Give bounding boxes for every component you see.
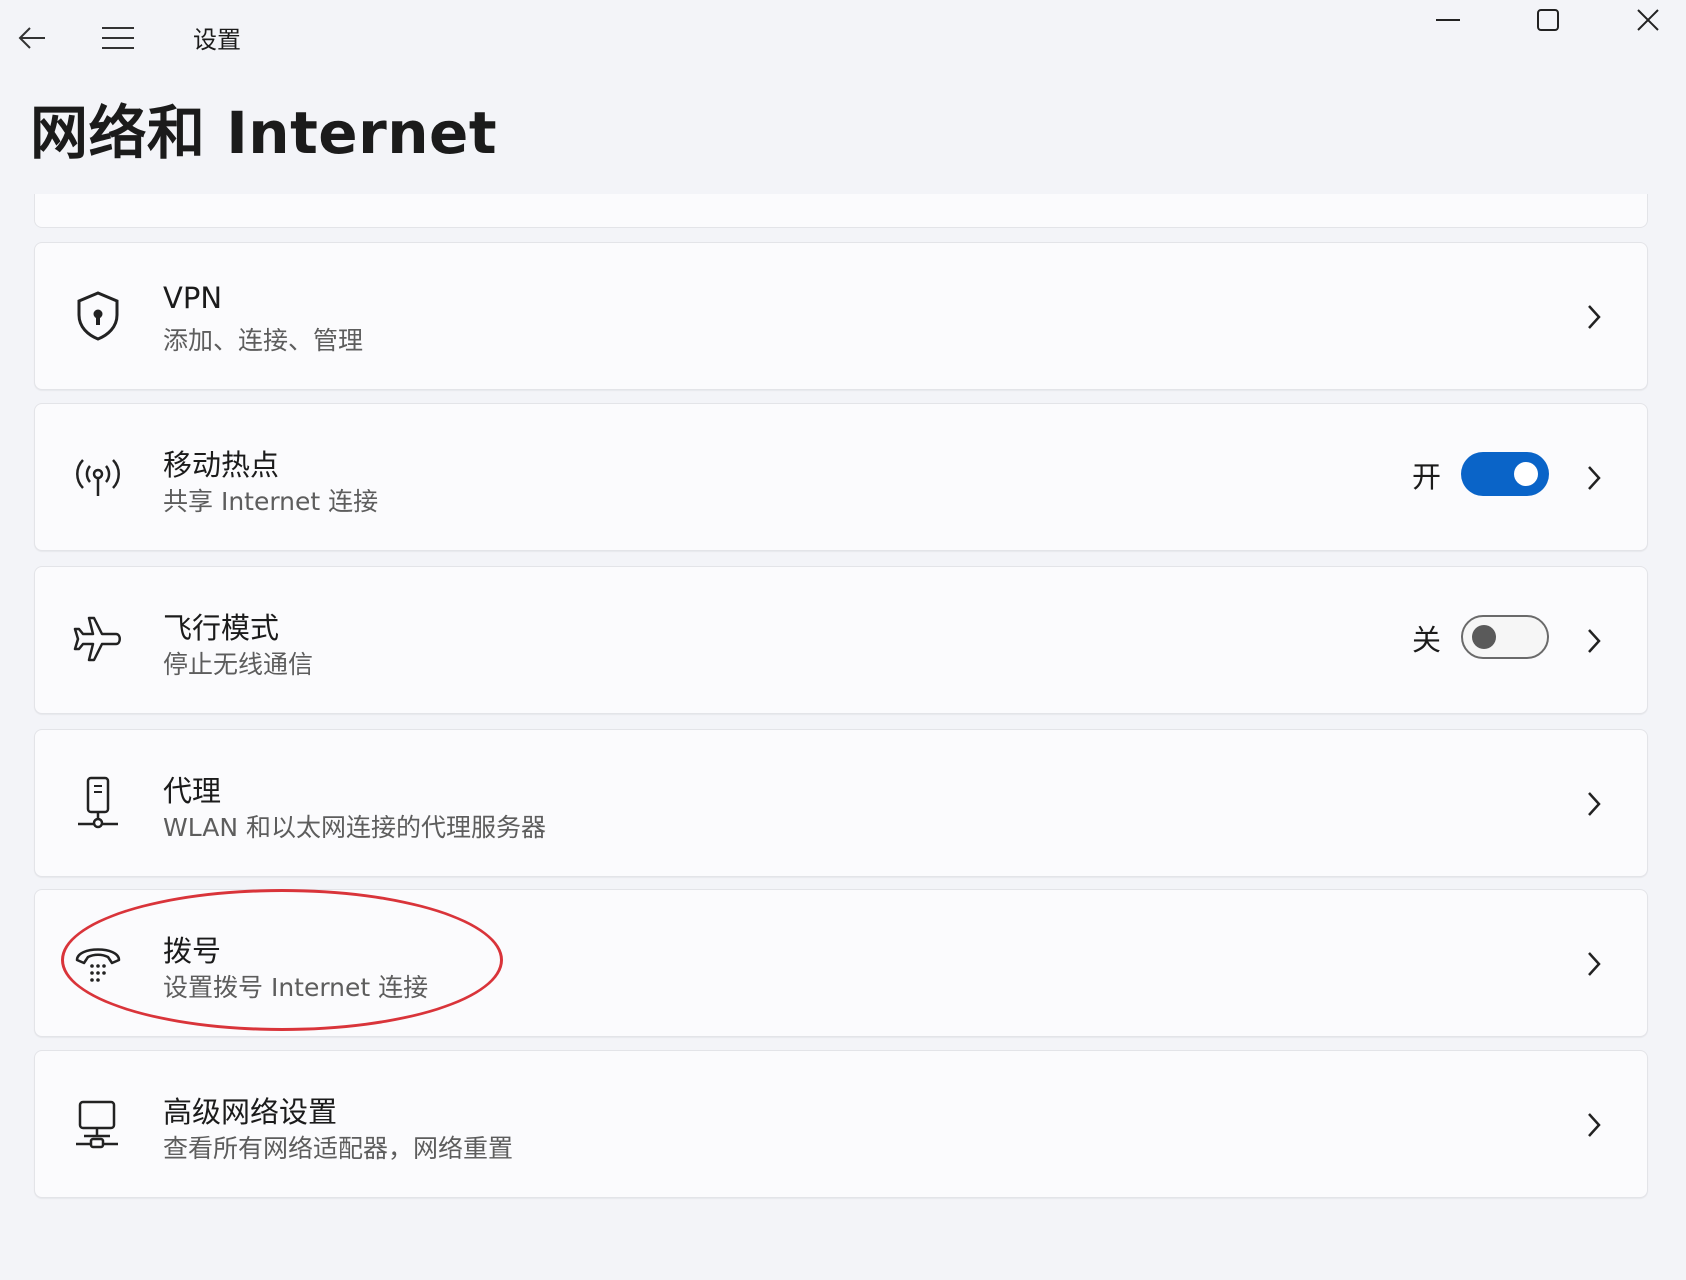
settings-card-proxy[interactable]: 代理 WLAN 和以太网连接的代理服务器 bbox=[34, 729, 1648, 877]
toggle-knob bbox=[1472, 625, 1496, 649]
chevron-right-icon bbox=[1579, 1103, 1609, 1147]
item-title: 拨号 bbox=[163, 934, 222, 968]
airplane-mode-toggle[interactable] bbox=[1461, 615, 1549, 659]
item-title: 高级网络设置 bbox=[163, 1095, 338, 1129]
item-title: 代理 bbox=[163, 774, 222, 808]
chevron-right-icon bbox=[1579, 942, 1609, 986]
vpn-shield-icon bbox=[69, 287, 127, 345]
airplane-icon bbox=[69, 611, 127, 669]
back-arrow-icon[interactable] bbox=[10, 18, 54, 58]
toggle-knob bbox=[1514, 462, 1538, 486]
advanced-network-icon bbox=[69, 1095, 127, 1153]
toggle-state-label: 开 bbox=[1411, 460, 1441, 494]
hotspot-icon bbox=[69, 448, 127, 506]
maximize-icon[interactable] bbox=[1498, 0, 1598, 40]
title-bar: 设置 bbox=[0, 0, 1686, 80]
settings-card-advanced-network[interactable]: 高级网络设置 查看所有网络适配器，网络重置 bbox=[34, 1050, 1648, 1198]
chevron-right-icon bbox=[1579, 619, 1609, 663]
settings-card-dial-up[interactable]: 拨号 设置拨号 Internet 连接 bbox=[34, 889, 1648, 1037]
item-subtitle: WLAN 和以太网连接的代理服务器 bbox=[163, 813, 546, 842]
item-subtitle: 查看所有网络适配器，网络重置 bbox=[163, 1134, 514, 1163]
item-subtitle: 添加、连接、管理 bbox=[163, 326, 364, 355]
chevron-right-icon bbox=[1579, 782, 1609, 826]
hotspot-toggle[interactable] bbox=[1461, 452, 1549, 496]
item-subtitle: 设置拨号 Internet 连接 bbox=[163, 973, 429, 1002]
dialup-phone-icon bbox=[69, 934, 127, 992]
previous-settings-card[interactable] bbox=[34, 194, 1648, 228]
proxy-icon bbox=[69, 774, 127, 832]
toggle-state-label: 关 bbox=[1411, 623, 1441, 657]
chevron-right-icon bbox=[1579, 295, 1609, 339]
item-title: 移动热点 bbox=[163, 448, 280, 482]
hamburger-icon[interactable] bbox=[96, 18, 140, 58]
app-title: 设置 bbox=[193, 26, 241, 54]
settings-card-mobile-hotspot[interactable]: 移动热点 共享 Internet 连接 开 bbox=[34, 403, 1648, 551]
item-subtitle: 停止无线通信 bbox=[163, 650, 314, 679]
item-title: VPN bbox=[163, 281, 223, 315]
item-title: 飞行模式 bbox=[163, 611, 280, 645]
minimize-icon[interactable] bbox=[1398, 0, 1498, 40]
item-subtitle: 共享 Internet 连接 bbox=[163, 487, 379, 516]
chevron-right-icon bbox=[1579, 456, 1609, 500]
settings-card-vpn[interactable]: VPN 添加、连接、管理 bbox=[34, 242, 1648, 390]
close-icon[interactable] bbox=[1598, 0, 1686, 40]
page-title: 网络和 Internet bbox=[30, 99, 498, 167]
settings-card-airplane-mode[interactable]: 飞行模式 停止无线通信 关 bbox=[34, 566, 1648, 714]
